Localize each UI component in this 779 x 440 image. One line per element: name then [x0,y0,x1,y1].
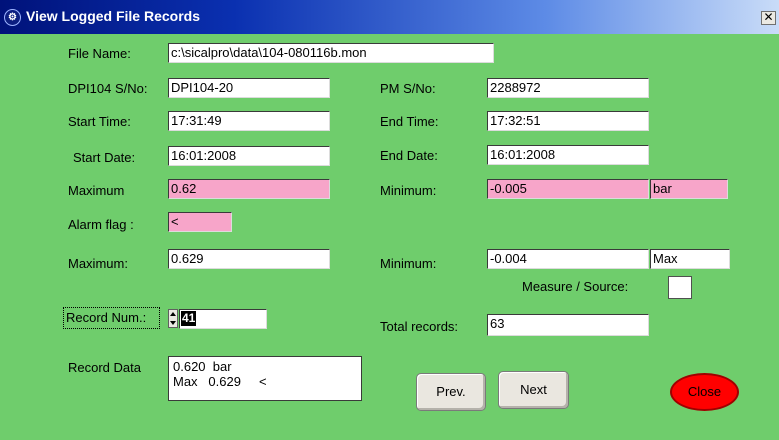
prev-button[interactable]: Prev. [416,373,486,411]
dpi104-sn-label: DPI104 S/No: [68,81,148,96]
alarm-flag-label: Alarm flag : [68,217,134,232]
maximum-field[interactable]: 0.62 [168,179,330,199]
dpi104-sn-field[interactable]: DPI104-20 [168,78,330,98]
title-bar[interactable]: ⚙ View Logged File Records ✕ [0,0,779,34]
unit-field[interactable]: bar [650,179,728,199]
minimum-field-2[interactable]: -0.004 [487,249,649,269]
mode-field[interactable]: Max [650,249,730,269]
maximum-label: Maximum [68,183,125,198]
minimum-field[interactable]: -0.005 [487,179,649,199]
record-num-value[interactable]: 41 [181,311,197,326]
start-time-label: Start Time: [68,114,131,129]
measure-source-checkbox[interactable] [668,276,692,299]
record-data-line-2: Max 0.629 < [173,374,267,389]
close-button[interactable]: Close [670,373,739,411]
maximum-field-2[interactable]: 0.629 [168,249,330,269]
window-title: View Logged File Records [26,8,201,24]
pm-sn-field[interactable]: 2288972 [487,78,649,98]
end-time-field[interactable]: 17:32:51 [487,111,649,131]
total-records-field[interactable]: 63 [487,314,649,336]
maximum-label-2: Maximum: [68,256,128,271]
file-name-field[interactable]: c:\sicalpro\data\104-080116b.mon [168,43,494,63]
spin-up-icon[interactable] [169,310,177,318]
minimum-label-2: Minimum: [380,256,437,271]
minimum-label: Minimum: [380,183,437,198]
record-data-label: Record Data [68,360,141,375]
measure-source-label: Measure / Source: [522,279,629,294]
end-date-field[interactable]: 16:01:2008 [487,145,649,165]
end-date-label: End Date: [380,148,438,163]
start-date-label: Start Date: [73,150,136,165]
record-num-spinner[interactable] [168,309,178,328]
view-logged-file-records-window: ⚙ View Logged File Records ✕ File Name: … [0,0,779,440]
start-date-field[interactable]: 16:01:2008 [168,146,330,166]
record-num-label: Record Num.: [63,307,160,329]
window-close-icon[interactable]: ✕ [761,11,776,25]
spin-down-icon[interactable] [169,319,177,327]
pm-sn-label: PM S/No: [380,81,436,96]
record-data-line-1: 0.620 bar [173,359,232,374]
record-data-memo[interactable]: 0.620 bar Max 0.629 < [168,356,362,401]
next-button[interactable]: Next [498,371,569,409]
start-time-field[interactable]: 17:31:49 [168,111,330,131]
ge-logo-icon: ⚙ [4,9,21,26]
file-name-label: File Name: [68,46,131,61]
alarm-flag-field[interactable]: < [168,212,232,232]
total-records-label: Total records: [380,319,459,334]
end-time-label: End Time: [380,114,439,129]
